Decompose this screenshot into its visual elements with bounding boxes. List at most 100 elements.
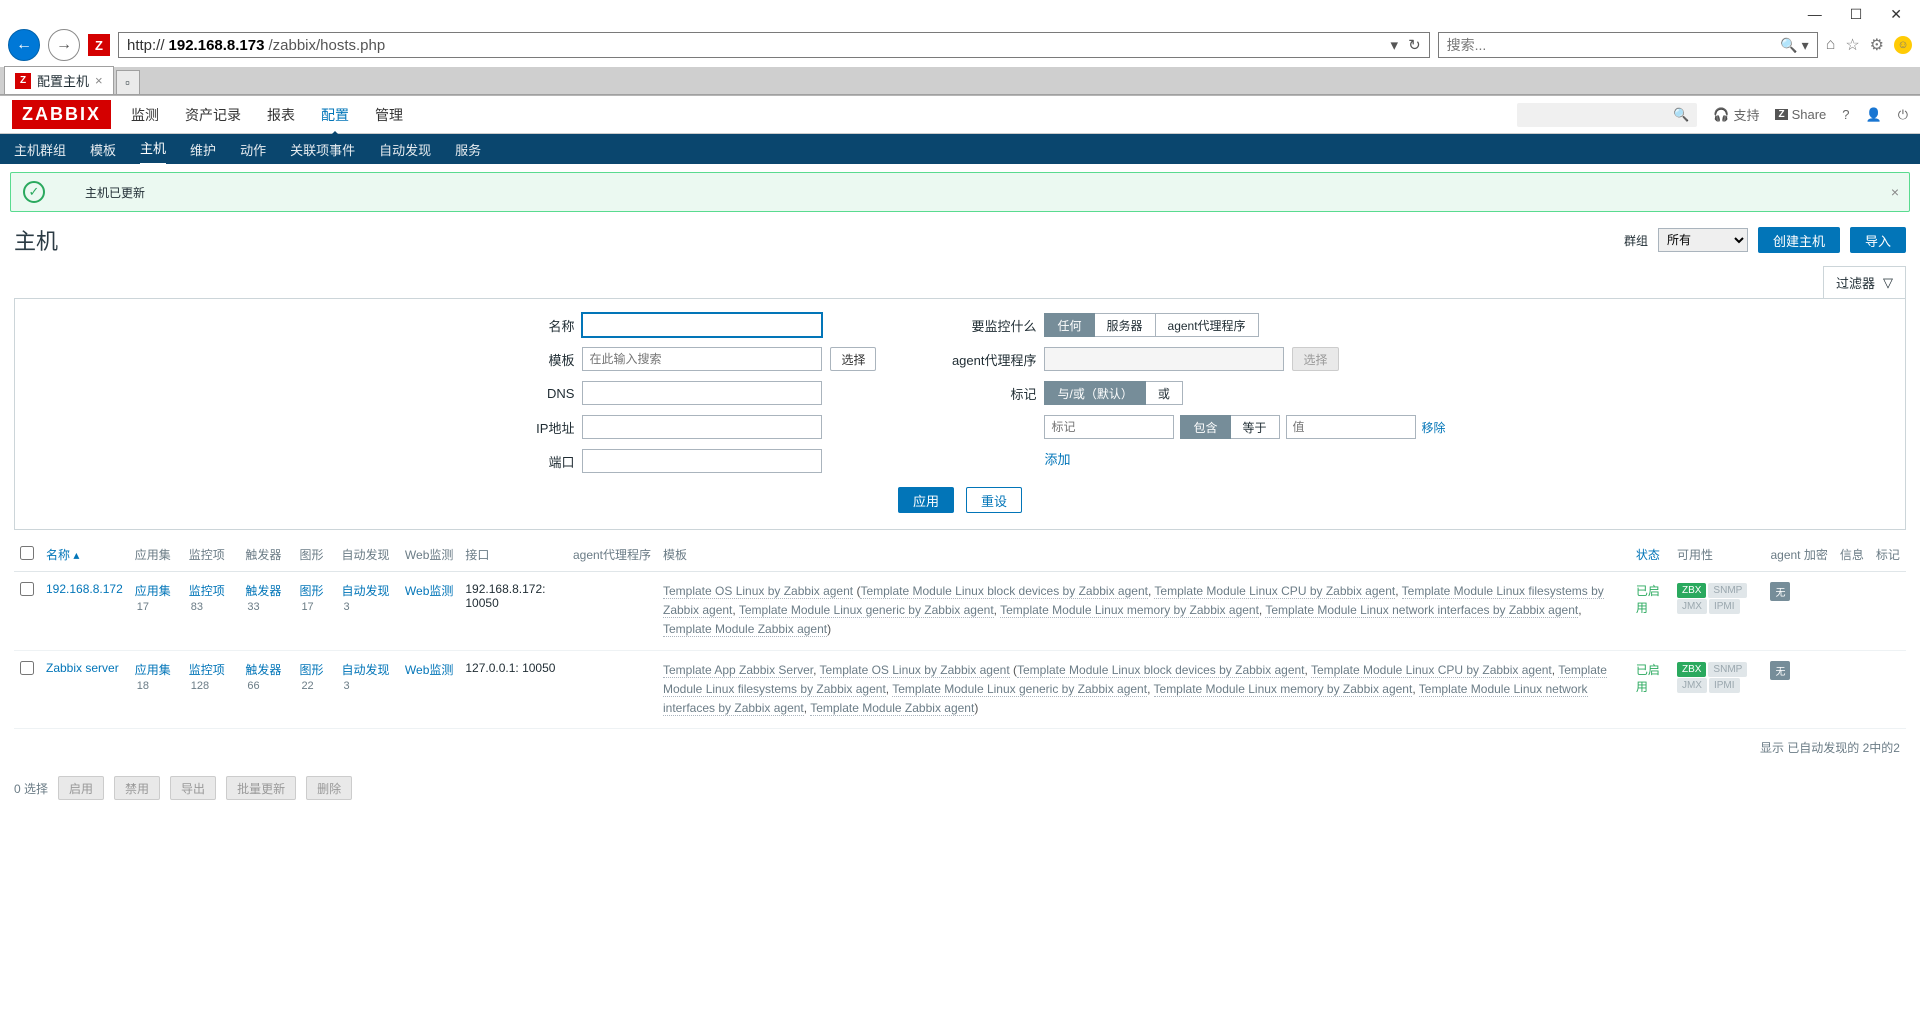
sub-nav-item[interactable]: 服务 bbox=[455, 134, 481, 165]
row-checkbox[interactable] bbox=[20, 582, 34, 596]
top-menu-item[interactable]: 管理 bbox=[373, 95, 405, 135]
reset-button[interactable]: 重设 bbox=[966, 487, 1022, 513]
templates-cell: Template App Zabbix Server, Template OS … bbox=[657, 650, 1630, 729]
col-proxy: agent代理程序 bbox=[567, 538, 657, 572]
filter-template-input[interactable] bbox=[582, 347, 822, 371]
user-icon[interactable]: 👤 bbox=[1866, 107, 1882, 123]
web-link[interactable]: Web监测 bbox=[405, 584, 453, 598]
discovery-link[interactable]: 自动发现 bbox=[341, 584, 389, 598]
search-icon: 🔍 ▾ bbox=[1780, 37, 1808, 54]
select-all-checkbox[interactable] bbox=[20, 546, 34, 560]
help-icon[interactable]: ? bbox=[1842, 107, 1849, 122]
home-icon[interactable]: ⌂ bbox=[1826, 36, 1836, 54]
filter-toggle[interactable]: 过滤器 ▽ bbox=[1823, 266, 1906, 298]
col-info: 信息 bbox=[1834, 538, 1870, 572]
sub-nav-item[interactable]: 自动发现 bbox=[379, 134, 431, 165]
filter-port-input[interactable] bbox=[582, 449, 822, 473]
sub-nav-item[interactable]: 动作 bbox=[240, 134, 266, 165]
col-name[interactable]: 名称 ▴ bbox=[40, 538, 129, 572]
row-checkbox[interactable] bbox=[20, 661, 34, 675]
settings-icon[interactable]: ⚙ bbox=[1870, 35, 1884, 55]
tag-add-link[interactable]: 添加 bbox=[1044, 449, 1445, 468]
items-link[interactable]: 监控项 bbox=[189, 584, 225, 598]
browser-search[interactable]: 搜索... 🔍 ▾ bbox=[1438, 32, 1818, 58]
enable-button[interactable]: 启用 bbox=[58, 776, 104, 800]
message-close-icon[interactable]: × bbox=[1891, 184, 1899, 200]
tab-close-icon[interactable]: × bbox=[95, 73, 103, 88]
search-icon: 🔍 bbox=[1673, 107, 1689, 123]
filter-dns-input[interactable] bbox=[582, 381, 822, 405]
back-button[interactable]: ← bbox=[8, 29, 40, 61]
sub-nav-item[interactable]: 关联项事件 bbox=[290, 134, 355, 165]
support-link[interactable]: 🎧 支持 bbox=[1713, 105, 1759, 124]
interface-cell: 192.168.8.172: 10050 bbox=[459, 572, 567, 651]
col-avail: 可用性 bbox=[1671, 538, 1765, 572]
create-host-button[interactable]: 创建主机 bbox=[1758, 227, 1840, 253]
monitor-option[interactable]: 服务器 bbox=[1095, 313, 1156, 337]
sub-nav-item[interactable]: 主机 bbox=[140, 132, 166, 166]
status-link[interactable]: 已启用 bbox=[1636, 663, 1660, 694]
web-link[interactable]: Web监测 bbox=[405, 663, 453, 677]
browser-tab[interactable]: Z 配置主机 × bbox=[4, 66, 114, 94]
graphs-link[interactable]: 图形 bbox=[299, 663, 323, 677]
host-name-link[interactable]: 192.168.8.172 bbox=[46, 582, 123, 596]
status-link[interactable]: 已启用 bbox=[1636, 584, 1660, 615]
filter-form: 名称 模板选择 DNS IP地址 端口 要监控什么 任何服务器agent代理程序… bbox=[14, 298, 1906, 530]
share-link[interactable]: Z Share bbox=[1775, 107, 1826, 122]
filter-name-input[interactable] bbox=[582, 313, 822, 337]
delete-button[interactable]: 删除 bbox=[306, 776, 352, 800]
window-close-icon[interactable]: ✕ bbox=[1890, 6, 1902, 23]
tag-key-input[interactable] bbox=[1044, 415, 1174, 439]
col-iface: 接口 bbox=[459, 538, 567, 572]
export-button[interactable]: 导出 bbox=[170, 776, 216, 800]
filter-ip-input[interactable] bbox=[582, 415, 822, 439]
top-menu-item[interactable]: 配置 bbox=[319, 95, 351, 135]
apps-link[interactable]: 应用集 bbox=[135, 663, 171, 677]
header-search[interactable]: 🔍 bbox=[1517, 103, 1697, 127]
import-button[interactable]: 导入 bbox=[1850, 227, 1906, 253]
discovery-link[interactable]: 自动发现 bbox=[341, 663, 389, 677]
disable-button[interactable]: 禁用 bbox=[114, 776, 160, 800]
zabbix-logo[interactable]: ZABBIX bbox=[12, 100, 111, 129]
tag-equals-option[interactable]: 等于 bbox=[1231, 415, 1280, 439]
sub-nav-item[interactable]: 主机群组 bbox=[14, 134, 66, 165]
tag-contains-option[interactable]: 包含 bbox=[1180, 415, 1230, 439]
power-icon[interactable]: ⏻ bbox=[1898, 107, 1908, 123]
window-minimize-icon[interactable]: — bbox=[1808, 6, 1822, 23]
tag-value-input[interactable] bbox=[1286, 415, 1416, 439]
favorites-icon[interactable]: ☆ bbox=[1845, 35, 1859, 55]
tag-mode-option[interactable]: 或 bbox=[1146, 381, 1183, 405]
new-tab-button[interactable]: ▫ bbox=[116, 70, 140, 94]
window-maximize-icon[interactable]: ☐ bbox=[1850, 6, 1863, 23]
items-link[interactable]: 监控项 bbox=[189, 663, 225, 677]
top-menu-item[interactable]: 报表 bbox=[265, 95, 297, 135]
triggers-link[interactable]: 触发器 bbox=[245, 663, 281, 677]
sub-nav-item[interactable]: 模板 bbox=[90, 134, 116, 165]
host-name-link[interactable]: Zabbix server bbox=[46, 661, 119, 675]
apply-button[interactable]: 应用 bbox=[898, 487, 954, 513]
dropdown-icon[interactable]: ▾ bbox=[1391, 36, 1399, 54]
top-menu-item[interactable]: 资产记录 bbox=[183, 95, 243, 135]
filter-icon: ▽ bbox=[1883, 275, 1893, 291]
feedback-icon[interactable]: ☺ bbox=[1894, 36, 1912, 54]
graphs-link[interactable]: 图形 bbox=[299, 584, 323, 598]
address-bar[interactable]: http://192.168.8.173/zabbix/hosts.php ▾↻ bbox=[118, 32, 1430, 58]
template-select-button[interactable]: 选择 bbox=[830, 347, 876, 371]
top-menu: 监测资产记录报表配置管理 bbox=[129, 95, 405, 135]
apps-link[interactable]: 应用集 bbox=[135, 584, 171, 598]
hosts-table: 名称 ▴ 应用集 监控项 触发器 图形 自动发现 Web监测 接口 agent代… bbox=[14, 538, 1906, 729]
tag-mode-option[interactable]: 与/或（默认） bbox=[1044, 381, 1145, 405]
col-status[interactable]: 状态 bbox=[1630, 538, 1671, 572]
monitor-option[interactable]: 任何 bbox=[1044, 313, 1094, 337]
massupdate-button[interactable]: 批量更新 bbox=[226, 776, 296, 800]
refresh-icon[interactable]: ↻ bbox=[1408, 36, 1421, 54]
sub-nav-item[interactable]: 维护 bbox=[190, 134, 216, 165]
triggers-link[interactable]: 触发器 bbox=[245, 584, 281, 598]
sub-nav: 主机群组模板主机维护动作关联项事件自动发现服务 bbox=[0, 134, 1920, 164]
group-select[interactable]: 所有 bbox=[1658, 228, 1748, 252]
forward-button[interactable]: → bbox=[48, 29, 80, 61]
top-menu-item[interactable]: 监测 bbox=[129, 95, 161, 135]
monitor-option[interactable]: agent代理程序 bbox=[1156, 313, 1259, 337]
zabbix-header: ZABBIX 监测资产记录报表配置管理 🔍 🎧 支持 Z Share ? 👤 ⏻ bbox=[0, 96, 1920, 134]
tag-remove-link[interactable]: 移除 bbox=[1422, 419, 1446, 436]
